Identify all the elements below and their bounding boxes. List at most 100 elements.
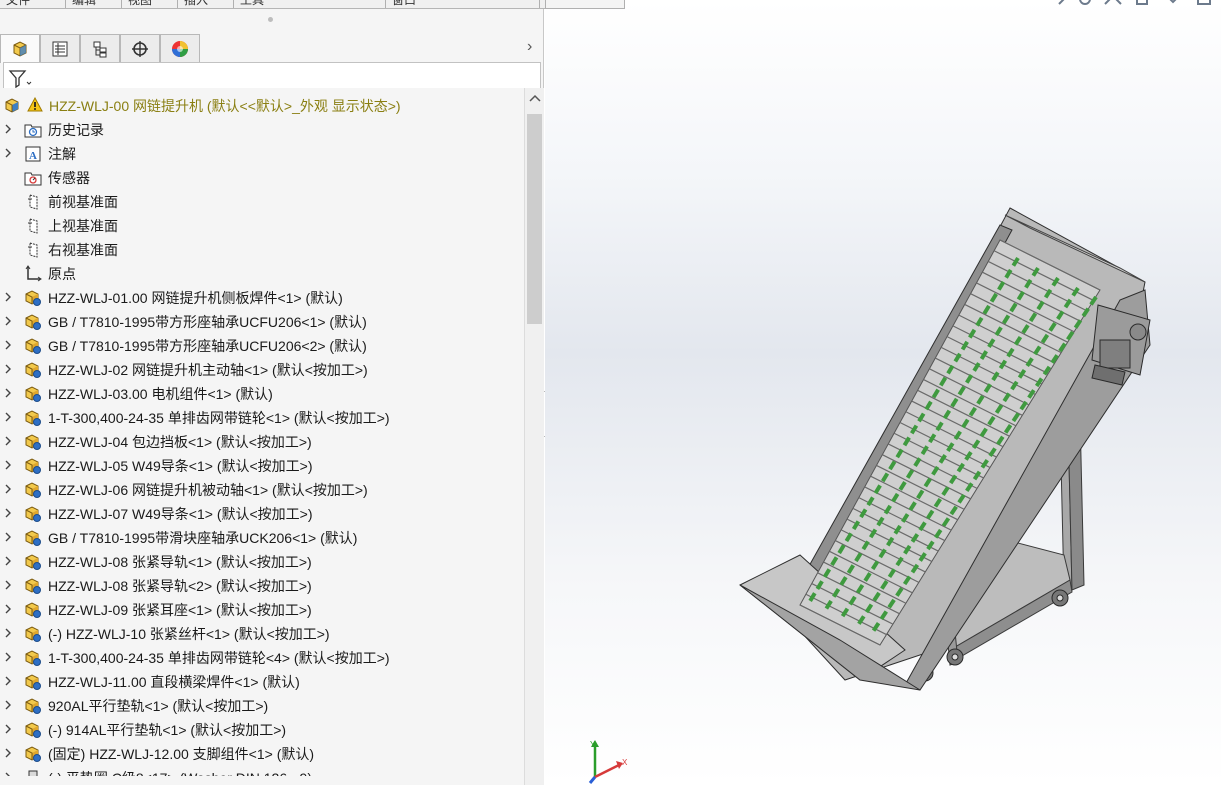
root-assembly-label: HZZ-WLJ-00 网链提升机 (默认<<默认>_外观 显示状态>) — [49, 98, 401, 114]
expand-arrow-icon[interactable] — [5, 604, 11, 614]
expand-arrow-icon[interactable] — [5, 412, 11, 422]
tree-item[interactable]: (固定) HZZ-WLJ-12.00 支脚组件<1> (默认) — [0, 742, 524, 766]
command-tab[interactable]: 视图 — [122, 0, 178, 8]
tree-item-label: 前视基准面 — [48, 194, 118, 210]
expand-arrow-icon[interactable] — [5, 124, 11, 134]
expand-arrow-icon[interactable] — [5, 148, 11, 158]
expand-arrow-icon[interactable] — [5, 628, 11, 638]
expand-arrow-icon[interactable] — [5, 340, 11, 350]
expand-arrow-icon[interactable] — [5, 532, 11, 542]
tree-item-label: HZZ-WLJ-06 网链提升机被动轴<1> (默认<按加工>) — [48, 482, 368, 498]
assembly-icon — [24, 697, 42, 715]
tree-item[interactable]: HZZ-WLJ-08 张紧导轨<2> (默认<按加工>) — [0, 574, 524, 598]
conveyor-model[interactable] — [545, 0, 1221, 785]
expand-arrow-icon[interactable] — [5, 316, 11, 326]
tree-item-label: HZZ-WLJ-09 张紧耳座<1> (默认<按加工>) — [48, 602, 312, 618]
toolbox-part-icon — [24, 769, 42, 776]
tree-scrollbar[interactable] — [524, 88, 544, 785]
expand-arrow-icon[interactable] — [5, 724, 11, 734]
expand-arrow-icon[interactable] — [5, 580, 11, 590]
scroll-thumb[interactable] — [527, 114, 542, 324]
expand-arrow-icon[interactable] — [5, 556, 11, 566]
assembly-icon — [24, 721, 42, 739]
tree-item[interactable]: HZZ-WLJ-07 W49导条<1> (默认<按加工>) — [0, 502, 524, 526]
configuration-tab[interactable] — [80, 34, 120, 62]
assembly-icon — [24, 745, 42, 763]
assembly-icon — [24, 289, 42, 307]
command-tab[interactable]: 编辑 — [66, 0, 122, 8]
tree-item[interactable]: 历史记录 — [0, 118, 524, 142]
tree-item[interactable]: (-) 平垫圈 C级8<17> (Washer DIN 126 - 9) — [0, 766, 524, 776]
coordinate-triad: Y X — [588, 740, 628, 784]
display-manager-tab[interactable] — [160, 34, 200, 62]
tree-item[interactable]: GB / T7810-1995带方形座轴承UCFU206<2> (默认) — [0, 334, 524, 358]
expand-arrow-icon[interactable] — [5, 364, 11, 374]
tree-item[interactable]: HZZ-WLJ-11.00 直段横梁焊件<1> (默认) — [0, 670, 524, 694]
expand-arrow-icon[interactable] — [5, 484, 11, 494]
expand-arrow-icon[interactable] — [5, 460, 11, 470]
tree-item-label: 注解 — [48, 146, 76, 162]
tree-item[interactable]: 前视基准面 — [0, 190, 524, 214]
tree-item[interactable]: HZZ-WLJ-09 张紧耳座<1> (默认<按加工>) — [0, 598, 524, 622]
splitter-grip[interactable] — [268, 17, 273, 22]
tree-item-label: GB / T7810-1995带滑块座轴承UCK206<1> (默认) — [48, 530, 358, 546]
plane-icon — [24, 217, 42, 235]
tree-item[interactable]: HZZ-WLJ-05 W49导条<1> (默认<按加工>) — [0, 454, 524, 478]
tree-item[interactable]: 1-T-300,400-24-35 单排齿网带链轮<1> (默认<按加工>) — [0, 406, 524, 430]
annotations-icon: A — [24, 145, 42, 163]
tree-item-label: (-) 914AL平行垫轨<1> (默认<按加工>) — [48, 722, 287, 738]
tree-item-label: HZZ-WLJ-11.00 直段横梁焊件<1> (默认) — [48, 674, 300, 690]
triad-y-label: Y — [590, 740, 596, 749]
tree-item[interactable]: HZZ-WLJ-06 网链提升机被动轴<1> (默认<按加工>) — [0, 478, 524, 502]
tree-item-label: (-) HZZ-WLJ-10 张紧丝杆<1> (默认<按加工>) — [48, 626, 330, 642]
tree-root-row[interactable]: HZZ-WLJ-00 网链提升机 (默认<<默认>_外观 显示状态>) — [0, 94, 524, 118]
graphics-viewport[interactable]: Y X — [545, 0, 1221, 785]
tree-item[interactable]: 上视基准面 — [0, 214, 524, 238]
expand-arrow-icon[interactable] — [5, 652, 11, 662]
tree-item-label: (-) 平垫圈 C级8<17> (Washer DIN 126 - 9) — [48, 769, 312, 776]
expand-arrow-icon[interactable] — [5, 436, 11, 446]
property-list-icon — [52, 41, 68, 56]
tree-item[interactable]: 右视基准面 — [0, 238, 524, 262]
featuremanager-tab[interactable] — [0, 34, 40, 63]
tree-item-label: 920AL平行垫轨<1> (默认<按加工>) — [48, 698, 269, 714]
scroll-up-icon[interactable] — [529, 94, 541, 102]
command-tab[interactable]: 工具 — [234, 0, 386, 8]
manager-tab-bar: › — [0, 34, 544, 63]
tree-item[interactable]: A 注解 — [0, 142, 524, 166]
expand-arrow-icon[interactable] — [5, 748, 11, 758]
chevron-right-icon[interactable]: › — [527, 38, 532, 56]
propertymanager-tab[interactable] — [40, 34, 80, 62]
tree-item[interactable]: 920AL平行垫轨<1> (默认<按加工>) — [0, 694, 524, 718]
crosshair-icon — [132, 40, 148, 57]
tree-item[interactable]: HZZ-WLJ-08 张紧导轨<1> (默认<按加工>) — [0, 550, 524, 574]
tree-item[interactable]: HZZ-WLJ-02 网链提升机主动轴<1> (默认<按加工>) — [0, 358, 524, 382]
tree-item[interactable]: HZZ-WLJ-04 包边挡板<1> (默认<按加工>) — [0, 430, 524, 454]
expand-arrow-icon[interactable] — [5, 508, 11, 518]
tree-item[interactable]: HZZ-WLJ-03.00 电机组件<1> (默认) — [0, 382, 524, 406]
tree-item[interactable]: (-) HZZ-WLJ-10 张紧丝杆<1> (默认<按加工>) — [0, 622, 524, 646]
tree-item[interactable]: 原点 — [0, 262, 524, 286]
expand-arrow-icon[interactable] — [5, 700, 11, 710]
expand-arrow-icon[interactable] — [5, 676, 11, 686]
tree-item[interactable]: HZZ-WLJ-01.00 网链提升机侧板焊件<1> (默认) — [0, 286, 524, 310]
tree-item[interactable]: GB / T7810-1995带滑块座轴承UCK206<1> (默认) — [0, 526, 524, 550]
expand-arrow-icon[interactable] — [5, 292, 11, 302]
tree-item[interactable]: 传感器 — [0, 166, 524, 190]
tree-item[interactable]: GB / T7810-1995带方形座轴承UCFU206<1> (默认) — [0, 310, 524, 334]
tree-item-label: HZZ-WLJ-08 张紧导轨<2> (默认<按加工>) — [48, 578, 312, 594]
dimxpert-tab[interactable] — [120, 34, 160, 62]
tree-item[interactable]: (-) 914AL平行垫轨<1> (默认<按加工>) — [0, 718, 524, 742]
command-tab[interactable]: 文件 — [0, 0, 66, 8]
assembly-icon — [24, 505, 42, 523]
command-tab[interactable]: 插入 — [178, 0, 234, 8]
command-tab[interactable]: 窗口 — [386, 0, 540, 8]
assembly-icon — [24, 409, 42, 427]
filter-icon[interactable] — [8, 69, 34, 89]
tree-item[interactable]: 1-T-300,400-24-35 单排齿网带链轮<4> (默认<按加工>) — [0, 646, 524, 670]
expand-arrow-icon[interactable] — [5, 388, 11, 398]
plane-icon — [24, 241, 42, 259]
plane-icon — [24, 193, 42, 211]
sensors-icon — [24, 169, 42, 187]
expand-arrow-icon[interactable] — [5, 772, 11, 776]
